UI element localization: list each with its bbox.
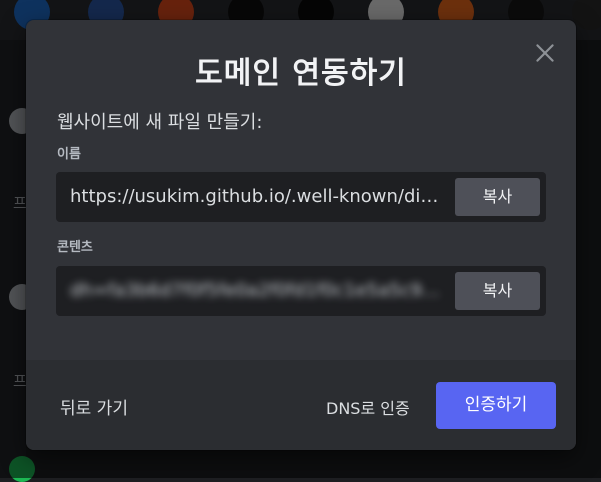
verify-button[interactable]: 인증하기 <box>436 382 556 429</box>
copy-name-button[interactable]: 복사 <box>455 178 540 216</box>
modal-footer: 뒤로 가기 DNS로 인증 인증하기 <box>26 360 576 450</box>
name-field-label: 이름 <box>57 147 81 162</box>
content-field-value[interactable]: dh=fa3b6d7f0f5fe0a2f0fd1f0c1e5a5c9a1c3e <box>70 266 440 316</box>
copy-content-button[interactable]: 복사 <box>455 272 540 310</box>
modal-title: 도메인 연동하기 <box>195 56 407 91</box>
domain-connect-modal: 도메인 연동하기 웹사이트에 새 파일 만들기: 이름 https://usuk… <box>26 20 576 450</box>
modal-subtitle: 웹사이트에 새 파일 만들기: <box>57 112 263 133</box>
content-field: dh=fa3b6d7f0f5fe0a2f0fd1f0c1e5a5c9a1c3e … <box>56 266 546 316</box>
back-button[interactable]: 뒤로 가기 <box>60 394 128 419</box>
dns-verify-link[interactable]: DNS로 인증 <box>326 395 410 419</box>
content-field-label: 콘텐츠 <box>57 240 93 255</box>
name-field: https://usukim.github.io/.well-known/dis… <box>56 172 546 222</box>
name-field-value[interactable]: https://usukim.github.io/.well-known/dis… <box>70 172 440 222</box>
